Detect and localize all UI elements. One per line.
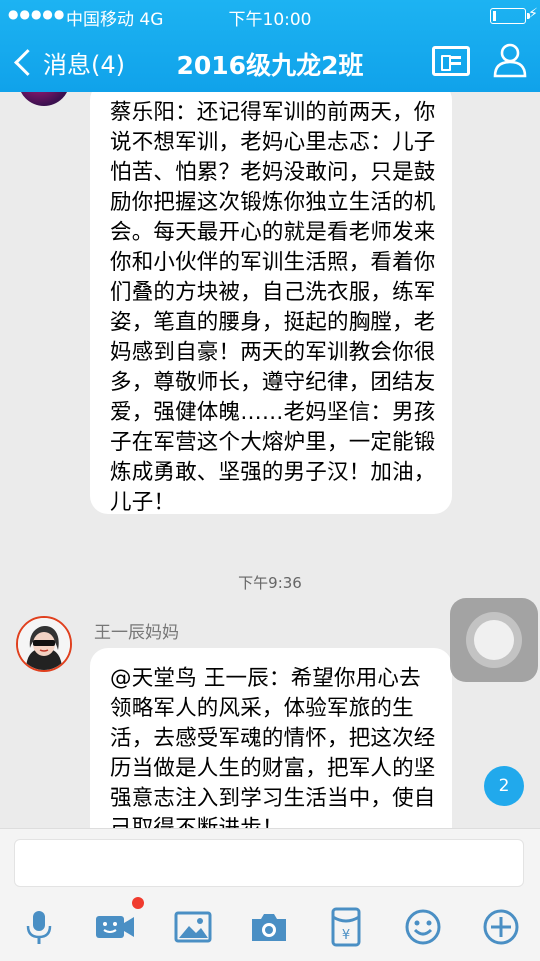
input-toolbar: ¥	[0, 899, 540, 955]
message-input[interactable]	[14, 839, 524, 887]
input-area: ¥	[0, 828, 540, 961]
group-members-icon[interactable]	[490, 40, 530, 80]
camera-icon[interactable]	[247, 905, 291, 949]
top-bar: ●●●●● 中国移动 4G 下午10:00 ⚡ 消息(4) 2016级九龙2班	[0, 0, 540, 92]
assistive-touch-button[interactable]	[450, 598, 538, 682]
chat-area[interactable]: 蔡乐阳：还记得军训的前两天，你说不想军训，老妈心里忐忑：儿子怕苦、怕累？老妈没敢…	[0, 92, 540, 828]
charging-icon: ⚡	[528, 6, 538, 22]
avatar-image	[18, 618, 70, 670]
message-text: @天堂鸟 王一辰：希望你用心去领略军人的风采，体验军旅的生活，去感受军魂的情怀，…	[110, 666, 436, 828]
unread-badge[interactable]: 2	[484, 766, 524, 806]
notification-dot	[132, 897, 144, 909]
microphone-icon[interactable]	[17, 905, 61, 949]
group-card-icon[interactable]	[432, 46, 470, 76]
red-packet-icon[interactable]: ¥	[324, 905, 368, 949]
svg-text:¥: ¥	[342, 928, 350, 943]
message-bubble[interactable]: @天堂鸟 王一辰：希望你用心去领略军人的风采，体验军旅的生活，去感受军魂的情怀，…	[90, 648, 452, 828]
emoji-icon[interactable]	[401, 905, 445, 949]
status-bar: ●●●●● 中国移动 4G 下午10:00 ⚡	[0, 0, 540, 30]
status-time: 下午10:00	[228, 10, 312, 30]
message-timestamp: 下午9:36	[238, 574, 302, 592]
nav-bar: 消息(4) 2016级九龙2班	[0, 34, 540, 90]
avatar[interactable]	[18, 92, 70, 106]
sender-name: 王一辰妈妈	[94, 623, 179, 643]
message-text: 蔡乐阳：还记得军训的前两天，你说不想军训，老妈心里忐忑：儿子怕苦、怕累？老妈没敢…	[110, 100, 436, 515]
avatar[interactable]	[16, 616, 72, 672]
plus-icon[interactable]	[479, 905, 523, 949]
image-icon[interactable]	[171, 905, 215, 949]
message-bubble[interactable]: 蔡乐阳：还记得军训的前两天，你说不想军训，老妈心里忐忑：儿子怕苦、怕累？老妈没敢…	[90, 92, 452, 515]
video-icon[interactable]	[93, 905, 137, 949]
battery-icon	[490, 8, 530, 24]
